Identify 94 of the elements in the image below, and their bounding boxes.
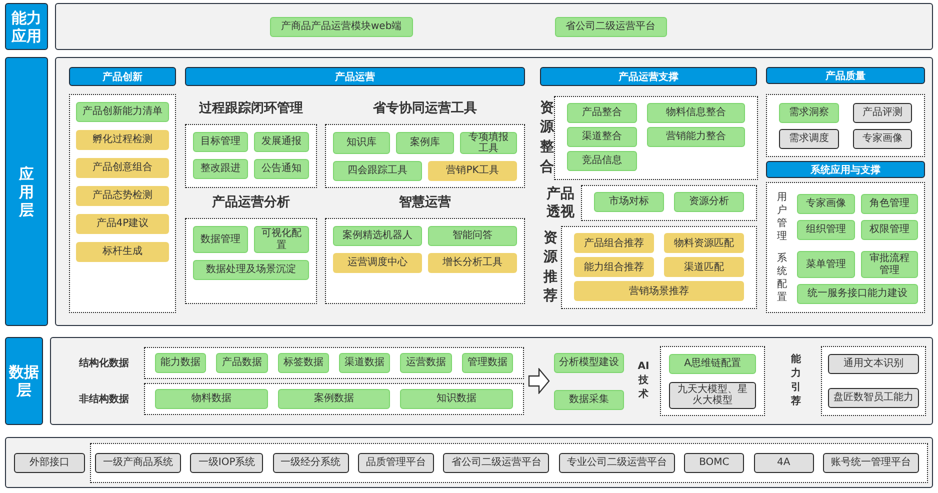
module-chip: 孵化过程检测 xyxy=(76,130,169,150)
module-chip: 4A xyxy=(754,452,814,472)
module-chip: BOMC xyxy=(684,452,744,472)
module-chip: 目标管理 xyxy=(193,132,248,152)
module-chip: 数据采集 xyxy=(554,390,624,410)
module-chip: 需求调度 xyxy=(779,129,838,149)
module-chip: 四会跟踪工具 xyxy=(333,161,422,181)
module-chip: 营销场景推荐 xyxy=(574,281,744,302)
module-chip: 市场对标 xyxy=(594,192,664,212)
module-chip: 公告通知 xyxy=(254,159,309,179)
module-chip: 知识数据 xyxy=(400,389,513,409)
module-chip: 运营调度中心 xyxy=(333,253,422,273)
module-chip: 品质管理平台 xyxy=(358,452,434,472)
module-chip: 专家画像 xyxy=(852,129,912,149)
module-chip: 案例数据 xyxy=(278,389,390,409)
section-label: 资源推荐 xyxy=(544,228,558,306)
module-chip: 产品组合推荐 xyxy=(574,233,654,254)
module-chip: 管理数据 xyxy=(462,353,513,373)
row-label: 结构化数据 xyxy=(79,356,130,370)
module-chip: 省公司二级运营平台 xyxy=(554,16,667,36)
module-chip: 智能问答 xyxy=(428,226,517,246)
module-chip: 权限管理 xyxy=(860,220,918,240)
module-chip: 竞品信息 xyxy=(567,151,637,171)
module-chip: 分析模型建设 xyxy=(554,352,624,372)
module-chip: 渠道匹配 xyxy=(664,257,744,278)
module-chip: 产品数据 xyxy=(216,353,268,373)
group-title: 省专协同运营工具 xyxy=(372,100,478,118)
module-chip: 可视化配置 xyxy=(254,226,309,253)
row-label: 非结构数据 xyxy=(79,392,130,406)
module-chip: 产品评测 xyxy=(852,103,912,123)
module-chip: 产品创新能力清单 xyxy=(76,102,169,122)
layer-label: 应用层 xyxy=(5,57,48,326)
module-chip: 角色管理 xyxy=(860,194,918,214)
module-chip: 案例库 xyxy=(396,132,454,154)
group-title: 产品运营分析 xyxy=(211,194,291,212)
section-header: 系统应用与支撑 xyxy=(766,161,925,178)
module-chip: 菜单管理 xyxy=(797,251,854,278)
module-chip: 通用文本识别 xyxy=(828,354,919,374)
module-chip: 一级产商品系统 xyxy=(95,452,181,472)
section-header: 产品运营 xyxy=(185,67,525,86)
section-header: 产品质量 xyxy=(766,67,925,84)
module-chip: 省公司二级运营平台 xyxy=(443,452,550,472)
section-label: 能力引荐 xyxy=(791,353,801,409)
module-chip: 统一服务接口能力建设 xyxy=(797,284,918,304)
module-chip: 渠道整合 xyxy=(567,127,637,147)
arrow-icon xyxy=(528,368,550,394)
module-chip: 知识库 xyxy=(333,132,390,154)
module-chip: 资源分析 xyxy=(674,192,744,212)
module-chip: 案例精选机器人 xyxy=(333,226,422,246)
module-chip: 渠道数据 xyxy=(338,353,390,373)
module-chip: 产品创意组合 xyxy=(76,158,169,178)
module-chip: 标签数据 xyxy=(278,353,329,373)
group-title: 过程跟踪闭环管理 xyxy=(198,100,304,118)
module-chip: 产品态势检测 xyxy=(76,186,169,206)
section-label: 用户管理 xyxy=(777,191,787,243)
module-chip: 盘匠数智员工能力 xyxy=(828,388,919,408)
module-chip: 审批流程管理 xyxy=(860,251,918,278)
module-chip: 一级IOP系统 xyxy=(190,452,264,472)
module-chip: 产品整合 xyxy=(567,103,637,123)
module-chip: 发展通报 xyxy=(254,132,309,152)
group-title: 智慧运营 xyxy=(398,194,452,212)
module-chip: 物料数据 xyxy=(155,389,268,409)
module-chip: 组织管理 xyxy=(797,220,854,240)
section-label: 产品透视 xyxy=(546,185,574,222)
module-chip: 能力数据 xyxy=(155,353,206,373)
module-chip: 标杆生成 xyxy=(76,242,169,262)
module-chip: 九天大模型、星火大模型 xyxy=(669,382,756,408)
section-label: 系统配置 xyxy=(777,252,787,304)
module-chip: 专业公司二级运营平台 xyxy=(558,452,675,472)
module-chip: 数据管理 xyxy=(193,226,248,253)
section-header: 产品创新 xyxy=(69,67,176,86)
module-chip: 专家画像 xyxy=(797,194,854,214)
module-chip: 外部接口 xyxy=(14,452,85,472)
module-chip: 营销PK工具 xyxy=(428,161,517,181)
module-chip: 数据处理及场景沉淀 xyxy=(193,260,309,280)
module-chip: 专项填报工具 xyxy=(460,132,517,154)
module-chip: 增长分析工具 xyxy=(428,253,517,273)
section-header: 产品运营支撑 xyxy=(540,67,757,86)
section-label: AI技术 xyxy=(637,360,650,402)
module-chip: 能力组合推荐 xyxy=(574,257,654,278)
module-chip: 营销能力整合 xyxy=(647,127,745,147)
module-chip: 账号统一管理平台 xyxy=(822,452,919,472)
module-chip: 产品4P建议 xyxy=(76,214,169,234)
module-chip: 产商品产品运营模块web端 xyxy=(270,16,413,36)
module-chip: 物料信息整合 xyxy=(647,103,745,123)
module-chip: 运营数据 xyxy=(400,353,452,373)
module-chip: 需求洞察 xyxy=(779,103,838,123)
section-label: 资源整合 xyxy=(540,98,554,177)
module-chip: 一级经分系统 xyxy=(272,452,349,472)
layer-label: 数据层 xyxy=(5,337,43,425)
module-chip: 物料资源匹配 xyxy=(664,233,744,254)
layer-label: 能力应用 xyxy=(5,3,48,50)
module-chip: A思维链配置 xyxy=(669,354,756,374)
module-chip: 整改跟进 xyxy=(193,159,248,179)
